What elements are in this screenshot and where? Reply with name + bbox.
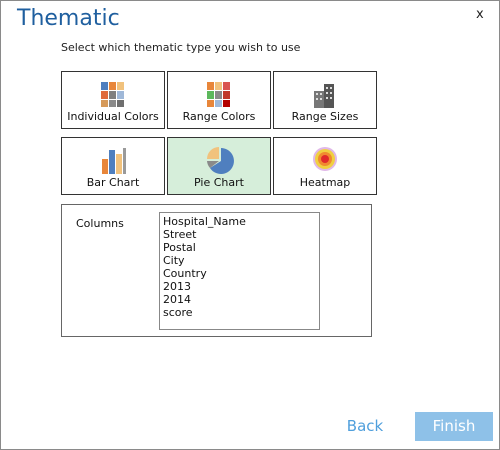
individual-colors-label: Individual Colors bbox=[67, 110, 159, 123]
columns-listbox[interactable]: Hospital_Name Street Postal City Country… bbox=[159, 212, 320, 330]
thematic-dialog: Thematic x Select which thematic type yo… bbox=[0, 0, 500, 450]
column-item[interactable]: City bbox=[163, 254, 319, 267]
individual-colors-icon bbox=[101, 82, 124, 107]
close-button[interactable]: x bbox=[476, 7, 484, 22]
column-item[interactable]: score bbox=[163, 306, 319, 319]
heatmap-label: Heatmap bbox=[299, 176, 351, 189]
column-item[interactable]: Country bbox=[163, 267, 319, 280]
heatmap-button[interactable]: Heatmap bbox=[273, 137, 377, 195]
pie-chart-label: Pie Chart bbox=[194, 176, 244, 189]
instruction-text: Select which thematic type you wish to u… bbox=[61, 41, 301, 54]
range-colors-label: Range Colors bbox=[182, 110, 256, 123]
columns-panel: Columns Hospital_Name Street Postal City… bbox=[61, 204, 372, 337]
column-item[interactable]: Street bbox=[163, 228, 319, 241]
columns-label: Columns bbox=[76, 217, 124, 230]
back-button[interactable]: Back bbox=[339, 412, 391, 440]
pie-chart-button[interactable]: Pie Chart bbox=[167, 137, 271, 195]
range-colors-icon bbox=[207, 82, 230, 107]
column-item[interactable]: Hospital_Name bbox=[163, 215, 319, 228]
pie-chart-icon bbox=[207, 147, 234, 174]
finish-button[interactable]: Finish bbox=[415, 412, 493, 441]
heatmap-icon bbox=[313, 147, 337, 171]
bar-chart-label: Bar Chart bbox=[86, 176, 140, 189]
individual-colors-button[interactable]: Individual Colors bbox=[61, 71, 165, 129]
range-colors-button[interactable]: Range Colors bbox=[167, 71, 271, 129]
dialog-title: Thematic bbox=[17, 6, 120, 31]
range-sizes-icon bbox=[314, 84, 334, 108]
bar-chart-icon bbox=[102, 148, 126, 174]
column-item[interactable]: 2014 bbox=[163, 293, 319, 306]
range-sizes-button[interactable]: Range Sizes bbox=[273, 71, 377, 129]
range-sizes-label: Range Sizes bbox=[291, 110, 359, 123]
column-item[interactable]: Postal bbox=[163, 241, 319, 254]
column-item[interactable]: 2013 bbox=[163, 280, 319, 293]
bar-chart-button[interactable]: Bar Chart bbox=[61, 137, 165, 195]
